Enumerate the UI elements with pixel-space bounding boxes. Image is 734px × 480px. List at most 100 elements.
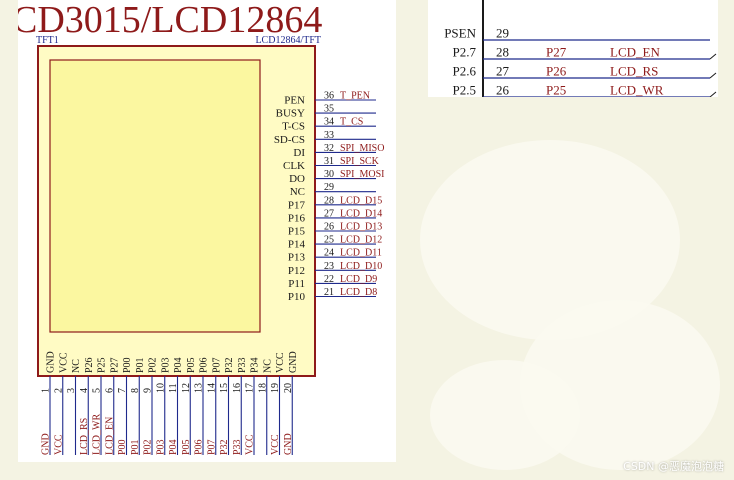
net-label: P33 xyxy=(232,439,243,455)
net-label: T_PEN xyxy=(340,91,370,102)
pin-label: P02 xyxy=(148,357,159,373)
net-label: P07 xyxy=(206,439,217,455)
net-label: VCC xyxy=(53,434,64,455)
net-label: SPI_SCK xyxy=(340,156,380,167)
net-label: SPI_MOSI xyxy=(340,169,384,180)
net-label: T_CS xyxy=(340,117,363,128)
pin-number: 25 xyxy=(324,235,334,246)
pin-label: DI xyxy=(293,147,305,159)
net-label: P01 xyxy=(130,439,141,455)
pin-number: 7 xyxy=(117,388,128,393)
net-label: LCD_D15 xyxy=(340,195,382,206)
net-label: GND xyxy=(283,433,294,455)
net-label: P27 xyxy=(546,45,567,60)
pin-number: 28 xyxy=(324,195,334,206)
net-label: LCD_EN xyxy=(104,417,115,455)
pin-label: P16 xyxy=(288,212,306,224)
pin-label: SD-CS xyxy=(274,134,305,146)
lcd-schematic: CD3015/LCD12864 TFT1 LCD12864/TFT PEN 36 T… xyxy=(18,0,385,455)
pin-label: P26 xyxy=(84,357,95,373)
pin-label: DO xyxy=(289,173,305,185)
pin-label: NC xyxy=(262,359,273,373)
pin-label: CLK xyxy=(283,160,305,172)
net-label: P25 xyxy=(546,83,566,98)
pin-label: P00 xyxy=(122,357,133,373)
pin-number: 27 xyxy=(324,208,334,219)
mcu-pin-group: PSEN 29 P2.7 28 P27 LCD_EN P2.6 27 P26 LCD_RS P2.5… xyxy=(444,26,717,98)
pin-number: 28 xyxy=(496,45,509,60)
pin-number: 19 xyxy=(270,383,281,393)
net-label: P03 xyxy=(155,439,166,455)
net-label: LCD_D9 xyxy=(340,274,377,285)
signal-label: LCD_WR xyxy=(610,83,664,98)
pin-number: 15 xyxy=(219,383,230,393)
lcd-schematic-panel: CD3015/LCD12864 TFT1 LCD12864/TFT PEN 36 T… xyxy=(18,0,396,462)
pin-label: P06 xyxy=(199,357,210,373)
pin-number: 34 xyxy=(324,117,334,128)
pin-label: P13 xyxy=(288,252,306,264)
pin-label: P04 xyxy=(173,357,184,373)
pin-number: 18 xyxy=(257,383,268,393)
net-label: VCC xyxy=(245,434,256,455)
pin-number: 36 xyxy=(324,91,334,102)
pin-number: 4 xyxy=(79,388,90,393)
pin-label: P15 xyxy=(288,226,306,238)
pin-number: 27 xyxy=(496,64,510,79)
pin-label: BUSY xyxy=(276,108,305,120)
pin-label: P25 xyxy=(97,357,108,373)
pin-number: 8 xyxy=(130,388,141,393)
net-label: P04 xyxy=(168,439,179,455)
component-part: LCD12864/TFT xyxy=(255,35,321,46)
net-label: LCD_D14 xyxy=(340,208,382,219)
watermark: CSDN @恶魔泡泡糖 xyxy=(623,460,724,473)
net-label: LCD_WR xyxy=(92,414,103,455)
port-label: PSEN xyxy=(444,26,476,41)
signal-label: LCD_RS xyxy=(610,64,658,79)
pin-number: 5 xyxy=(92,388,103,393)
pin-label: P10 xyxy=(288,291,306,303)
net-label: P00 xyxy=(117,439,128,455)
pin-label: GND xyxy=(288,351,299,373)
net-label: P06 xyxy=(194,439,205,455)
pin-number: 16 xyxy=(232,383,243,393)
pin-number: 23 xyxy=(324,261,334,272)
pin-number: 29 xyxy=(324,182,334,193)
pin-number: 9 xyxy=(143,388,154,393)
bus-entry xyxy=(709,91,717,97)
net-label: LCD_D12 xyxy=(340,235,382,246)
pin-label: P17 xyxy=(288,199,306,211)
mcu-port-panel: PSEN 29 P2.7 28 P27 LCD_EN P2.6 27 P26 LCD_RS P2.5… xyxy=(428,0,718,97)
right-pin-group: PEN 36 T_PEN BUSY 35 T-CS 34 T_CS SD-CS 33 DI 32 SPI… xyxy=(274,91,385,304)
pin-label: P27 xyxy=(109,357,120,373)
pin-label: P32 xyxy=(224,357,235,373)
net-label: SPI_MISO xyxy=(340,143,384,154)
port-label: P2.6 xyxy=(453,64,477,79)
pin-label: PEN xyxy=(284,95,305,107)
net-label: LCD_RS xyxy=(79,418,90,455)
pin-number: 26 xyxy=(324,222,334,233)
pin-number: 17 xyxy=(245,383,256,393)
pin-number: 26 xyxy=(496,83,510,98)
mcu-port-schematic: PSEN 29 P2.7 28 P27 LCD_EN P2.6 27 P26 LCD_RS P2.5… xyxy=(444,0,717,98)
pin-label: P01 xyxy=(135,357,146,373)
net-label: P26 xyxy=(546,64,567,79)
pin-number: 12 xyxy=(181,383,192,393)
pin-number: 14 xyxy=(206,383,217,393)
net-label: GND xyxy=(41,433,52,455)
net-label: P02 xyxy=(143,439,154,455)
pin-label: P05 xyxy=(186,357,197,373)
pin-number: 32 xyxy=(324,143,334,154)
pin-label: P07 xyxy=(211,357,222,373)
pin-number: 10 xyxy=(155,383,166,393)
pin-number: 11 xyxy=(168,383,179,393)
pin-label: P11 xyxy=(288,278,305,290)
pin-number: 31 xyxy=(324,156,334,167)
pin-number: 2 xyxy=(53,388,64,393)
pin-label: GND xyxy=(46,351,57,373)
net-label: P05 xyxy=(181,439,192,455)
lcd-screen-area xyxy=(49,59,261,333)
pin-label: P33 xyxy=(237,357,248,373)
pin-number: 21 xyxy=(324,287,334,298)
bus-entry xyxy=(709,53,717,60)
net-label: P32 xyxy=(219,439,230,455)
